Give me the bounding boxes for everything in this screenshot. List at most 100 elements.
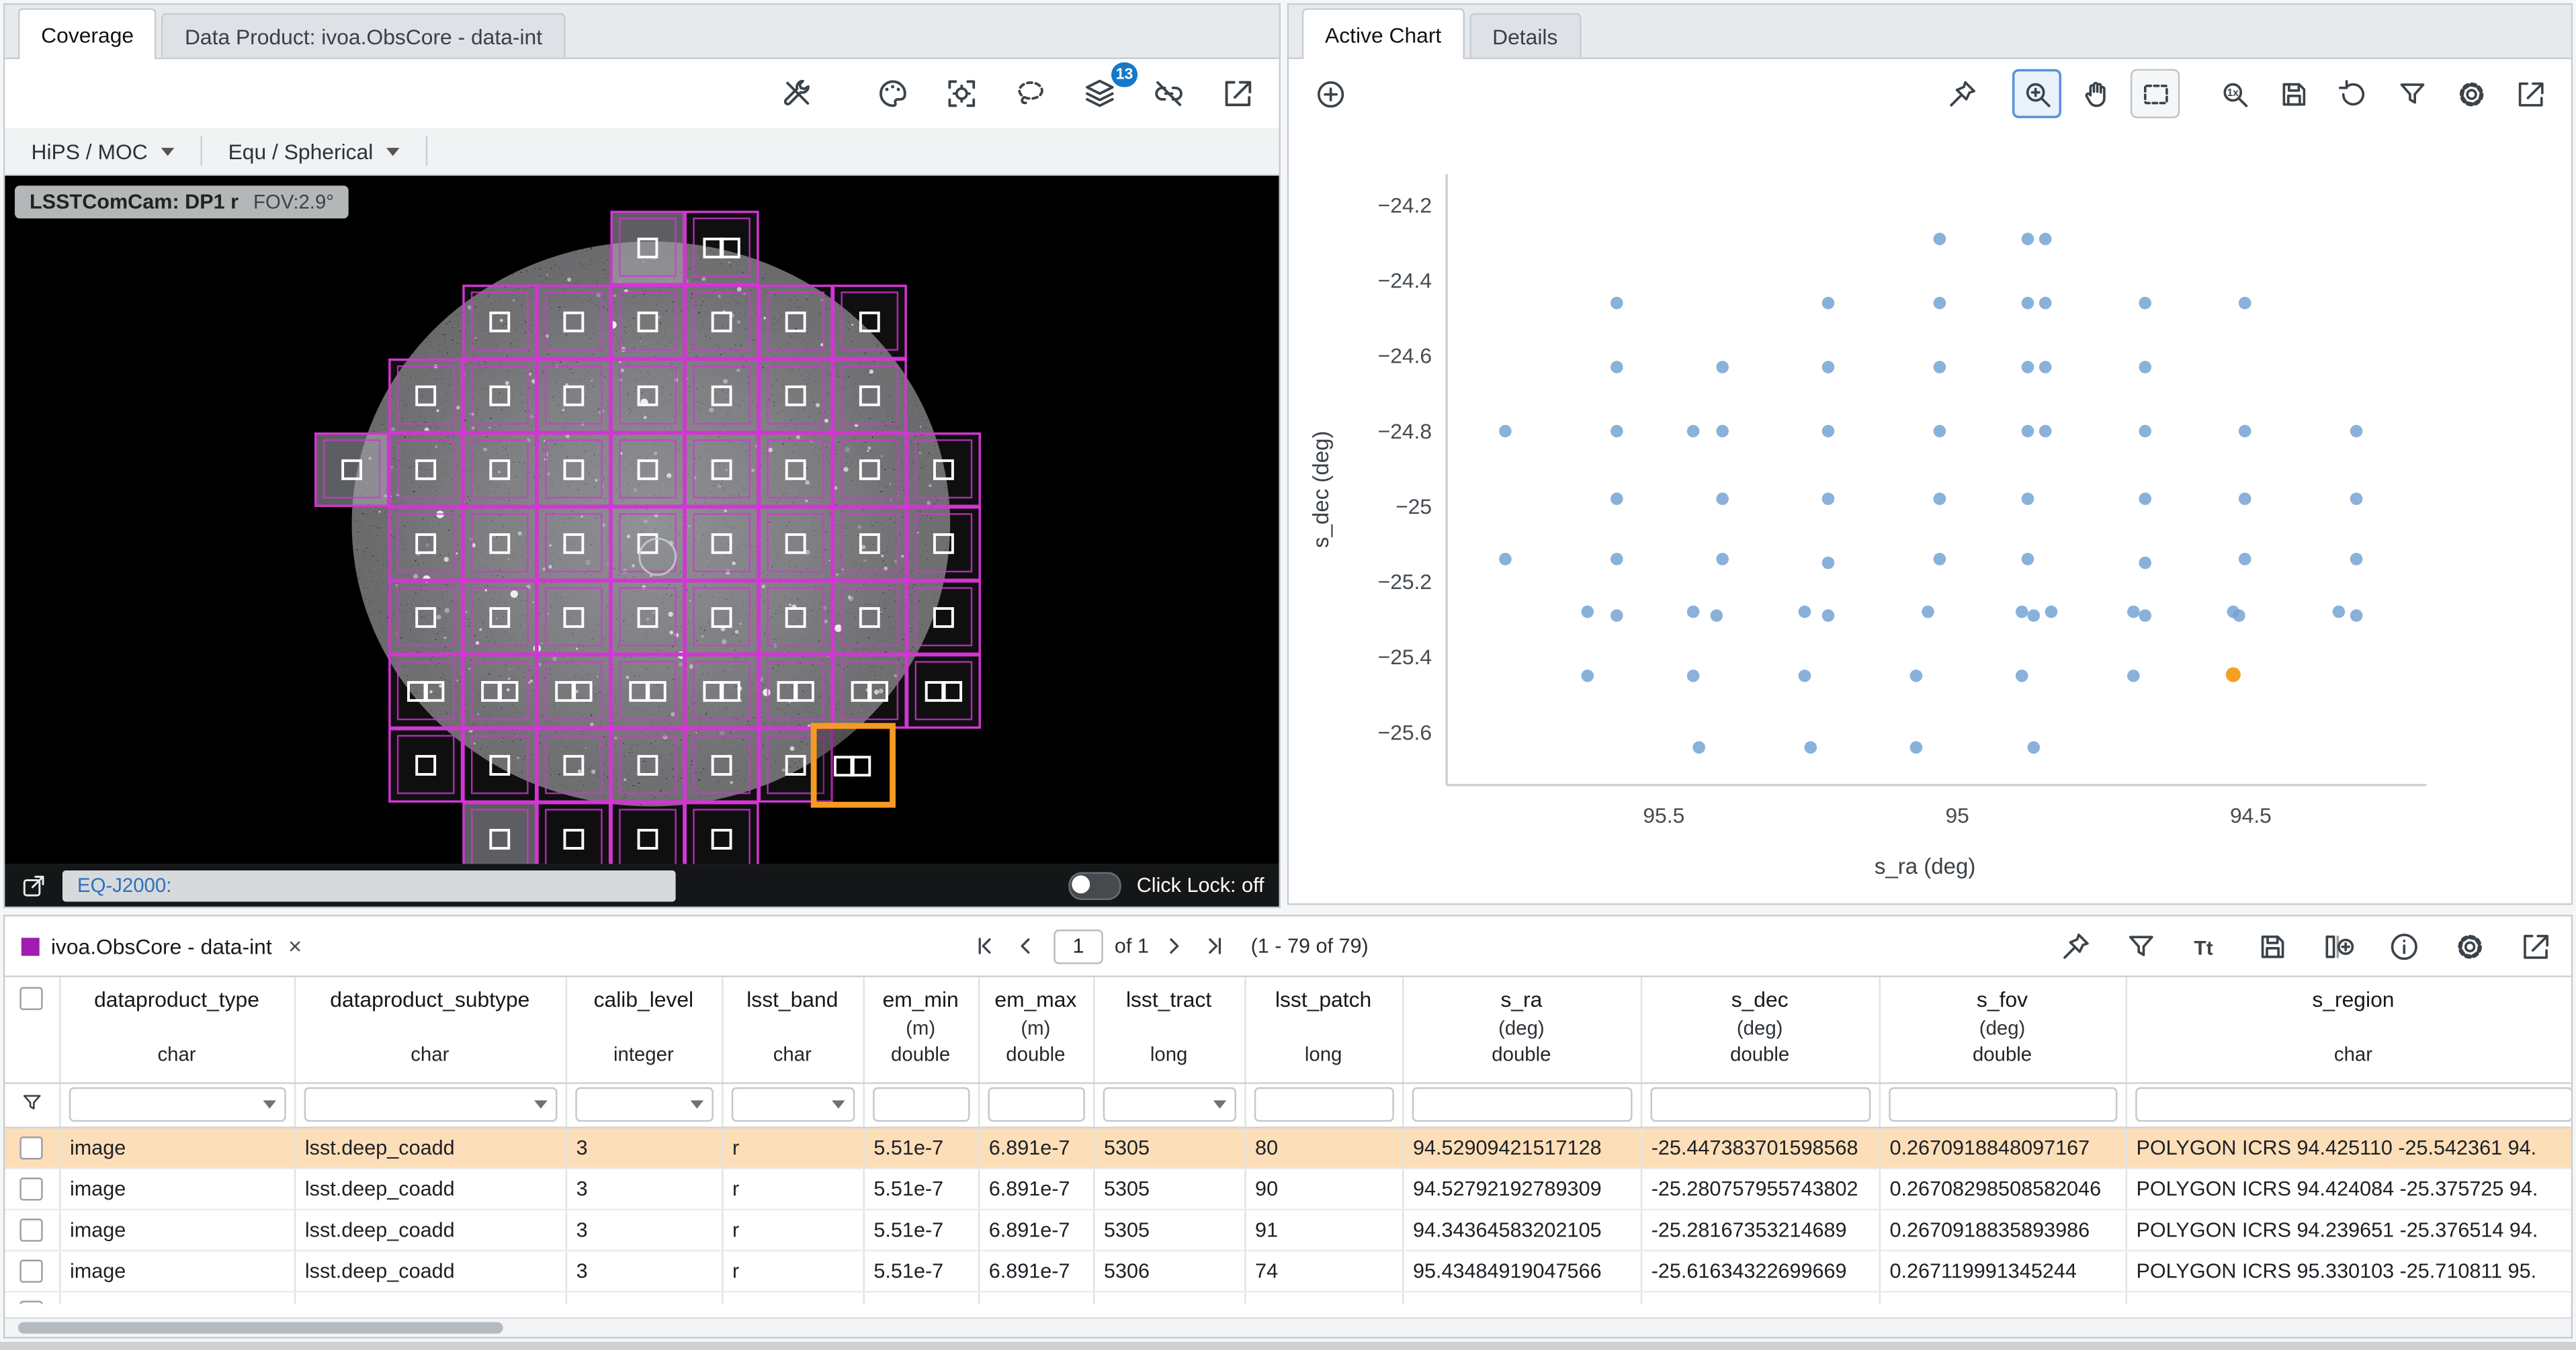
cell-s_ra[interactable]: 94.52792192789309: [1402, 1168, 1641, 1209]
close-table-icon[interactable]: ×: [288, 933, 302, 959]
scatter-point[interactable]: [1934, 232, 1946, 245]
restore-chart-button[interactable]: [2328, 69, 2377, 118]
cell-s_ra[interactable]: 95.43484919047566: [1402, 1250, 1641, 1291]
filter-input-lsst_tract[interactable]: [1103, 1087, 1236, 1122]
cell-lsst_tract[interactable]: 5305: [1093, 1168, 1244, 1209]
row-checkbox[interactable]: [20, 1136, 43, 1159]
cell-dataproduct_subtype[interactable]: lsst.deep_coadd: [294, 1209, 566, 1250]
table-horizontal-scrollbar[interactable]: [5, 1317, 2571, 1337]
scatter-point[interactable]: [1934, 425, 1946, 438]
table-row[interactable]: imagelsst.deep_coadd3r5.51e-76.891e-7530…: [5, 1168, 2571, 1209]
scatter-point[interactable]: [1692, 741, 1705, 754]
filter-table-button[interactable]: [2120, 926, 2160, 966]
scatter-point[interactable]: [2028, 609, 2041, 622]
filter-input-dataproduct_subtype[interactable]: [303, 1087, 556, 1122]
scatter-point[interactable]: [1922, 606, 1934, 619]
scatter-point[interactable]: [2139, 492, 2151, 505]
cell-em_max[interactable]: 6.891e-7: [978, 1126, 1093, 1167]
selected-coverage-tile[interactable]: [814, 726, 892, 805]
row-checkbox[interactable]: [20, 1300, 43, 1304]
cell-calib_level[interactable]: 3: [566, 1168, 722, 1209]
scatter-point[interactable]: [2022, 297, 2034, 310]
cell-lsst_patch[interactable]: 75: [1244, 1291, 1402, 1304]
column-header-em_max[interactable]: em_max(m)double: [978, 977, 1093, 1082]
recenter-button[interactable]: [937, 69, 986, 118]
scatter-point[interactable]: [1804, 741, 1817, 754]
column-header-s_ra[interactable]: s_ra(deg)double: [1402, 977, 1641, 1082]
filter-input-lsst_patch[interactable]: [1254, 1087, 1393, 1122]
expand-table-button[interactable]: [2515, 926, 2554, 966]
filter-input-em_max[interactable]: [987, 1087, 1084, 1122]
pin-table-button[interactable]: [2055, 926, 2094, 966]
cell-em_min[interactable]: 5.51e-7: [863, 1250, 978, 1291]
zoom-original-button[interactable]: [2209, 69, 2258, 118]
scrollbar-thumb[interactable]: [18, 1322, 503, 1333]
cell-s_fov[interactable]: 0.26708298508582046: [1879, 1168, 2126, 1209]
table-row[interactable]: imagelsst.deep_coadd3r5.51e-76.891e-7530…: [5, 1209, 2571, 1250]
scatter-point[interactable]: [1611, 425, 1623, 438]
cell-em_max[interactable]: 6.891e-7: [978, 1168, 1093, 1209]
cell-s_dec[interactable]: -25.61: [1641, 1291, 1879, 1304]
scatter-point[interactable]: [2239, 492, 2251, 505]
chart-area[interactable]: −24.2−24.4−24.6−24.8−25−25.2−25.4−25.695…: [1289, 128, 2571, 903]
cell-dataproduct_subtype[interactable]: lsst.deep_coadd: [294, 1126, 566, 1167]
cell-em_max[interactable]: 6.891e-7: [978, 1250, 1093, 1291]
scatter-point[interactable]: [2139, 425, 2151, 438]
scatter-point[interactable]: [1611, 609, 1623, 622]
cell-em_min[interactable]: 5.51e-7: [863, 1168, 978, 1209]
scatter-point[interactable]: [2039, 361, 2052, 373]
table-row[interactable]: imagelsst.deep_coadd3r5.51e-76.891e-7530…: [5, 1291, 2571, 1304]
expand-chart-button[interactable]: [2505, 69, 2554, 118]
column-header-lsst_tract[interactable]: lsst_tractlong: [1093, 977, 1244, 1082]
column-header-dataproduct_subtype[interactable]: dataproduct_subtypechar: [294, 977, 566, 1082]
cell-s_region[interactable]: POLYGON ICRS 95.1: [2126, 1291, 2571, 1304]
scatter-point[interactable]: [1716, 361, 1729, 373]
expand-coverage-button[interactable]: [1213, 69, 1262, 118]
row-checkbox[interactable]: [20, 1259, 43, 1282]
scatter-point[interactable]: [1687, 425, 1700, 438]
scatter-point[interactable]: [2139, 557, 2151, 570]
table-info-button[interactable]: [2384, 926, 2423, 966]
column-header-lsst_patch[interactable]: lsst_patchlong: [1244, 977, 1402, 1082]
cell-s_dec[interactable]: -25.61634322699669: [1641, 1250, 1879, 1291]
scatter-point[interactable]: [1934, 361, 1946, 373]
region-select-button[interactable]: [1006, 69, 1055, 118]
tab-active-chart[interactable]: Active Chart: [1302, 8, 1465, 59]
filter-input-s_region[interactable]: [2135, 1087, 2571, 1122]
cell-s_fov[interactable]: 0.2670918848097167: [1879, 1126, 2126, 1167]
coverage-sky-svg[interactable]: [5, 176, 1279, 864]
cell-em_min[interactable]: 5.51e-7: [863, 1126, 978, 1167]
filter-input-s_fov[interactable]: [1888, 1087, 2116, 1122]
scatter-point[interactable]: [2022, 492, 2034, 505]
click-lock-toggle[interactable]: [1069, 871, 1121, 899]
scatter-point[interactable]: [1499, 553, 1512, 566]
hips-moc-dropdown[interactable]: HiPS / MOC: [5, 128, 200, 174]
scatter-point[interactable]: [1581, 606, 1594, 619]
scatter-point[interactable]: [2127, 606, 2140, 619]
filter-input-dataproduct_type[interactable]: [69, 1087, 286, 1122]
tools-button[interactable]: [773, 69, 822, 118]
cell-em_max[interactable]: 6.891e-7: [978, 1291, 1093, 1304]
cell-lsst_patch[interactable]: 91: [1244, 1209, 1402, 1250]
cell-s_ra[interactable]: 95.26: [1402, 1291, 1641, 1304]
cell-s_fov[interactable]: 0.267119991345244: [1879, 1250, 2126, 1291]
page-scrollbar[interactable]: [0, 1342, 2576, 1350]
tab-details[interactable]: Details: [1469, 13, 1581, 58]
scatter-point[interactable]: [2139, 361, 2151, 373]
filter-input-lsst_band[interactable]: [731, 1087, 855, 1122]
row-checkbox[interactable]: [20, 1177, 43, 1200]
add-column-button[interactable]: [2318, 926, 2358, 966]
tab-coverage[interactable]: Coverage: [18, 8, 157, 59]
scatter-point[interactable]: [2350, 553, 2363, 566]
scatter-point[interactable]: [2333, 606, 2346, 619]
cell-s_dec[interactable]: -25.28167353214689: [1641, 1209, 1879, 1250]
cell-lsst_tract[interactable]: 5306: [1093, 1291, 1244, 1304]
cell-s_ra[interactable]: 94.52909421517128: [1402, 1126, 1641, 1167]
pin-chart-button[interactable]: [1936, 69, 1985, 118]
scatter-point[interactable]: [1910, 741, 1923, 754]
cell-dataproduct_type[interactable]: image: [59, 1126, 294, 1167]
scatter-point[interactable]: [2016, 670, 2028, 682]
table-row[interactable]: imagelsst.deep_coadd3r5.51e-76.891e-7530…: [5, 1126, 2571, 1167]
scatter-point[interactable]: [2239, 297, 2251, 310]
cell-lsst_patch[interactable]: 90: [1244, 1168, 1402, 1209]
